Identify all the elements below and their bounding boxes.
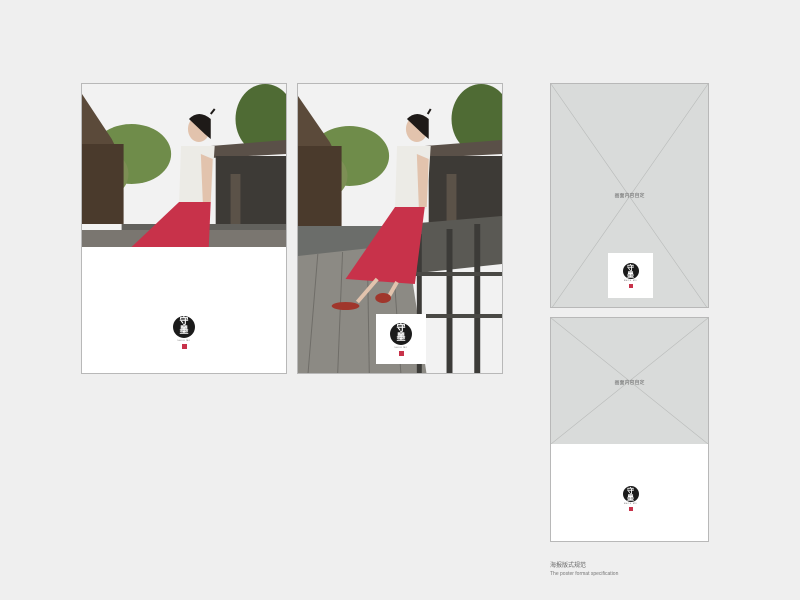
- logo-subtitle: SHOU MO: [623, 280, 638, 282]
- spec-full-logo-box: 守 墨 SHOU MO: [608, 253, 653, 298]
- seal-stamp-icon: [628, 507, 633, 511]
- logo-mark: 守 墨: [390, 322, 412, 345]
- poster-1-logo: 守 墨 SHOU MO: [173, 316, 195, 349]
- logo-char-bottom: 墨: [627, 493, 634, 502]
- logo-mark: 守 墨: [622, 486, 639, 502]
- poster-1-photo: [82, 84, 286, 247]
- spec-half-logo: 守 墨 SHOU MO: [622, 486, 639, 511]
- seal-stamp-icon: [181, 344, 187, 349]
- spec-content-label: 画面内容自定: [614, 193, 645, 199]
- logo-char-bottom: 墨: [179, 326, 189, 336]
- logo-mark: 守 墨: [173, 316, 195, 338]
- logo-subtitle: SHOU MO: [177, 340, 191, 342]
- logo-subtitle: SHOU MO: [623, 503, 638, 505]
- poster-2-logo-box: 守 墨 SHOU MO: [376, 314, 426, 364]
- logo-subtitle: SHOU MO: [394, 346, 408, 349]
- logo-char-bottom: 墨: [396, 332, 406, 343]
- seal-stamp-icon: [628, 284, 633, 288]
- spec-layout-half: 画面内容自定 守 墨 SHOU MO: [550, 317, 709, 542]
- caption-title-zh: 海报版式规范: [550, 562, 587, 569]
- logo-char-bottom: 墨: [627, 270, 634, 279]
- seal-stamp-icon: [398, 350, 404, 356]
- caption-title-en: The poster format specification: [550, 571, 619, 577]
- poster-sample-2: 守 墨 SHOU MO: [297, 83, 503, 374]
- logo-mark: 守 墨: [622, 263, 639, 279]
- spec-content-label: 画面内容自定: [614, 380, 645, 386]
- poster-sample-1: 守 墨 SHOU MO: [81, 83, 287, 374]
- spec-layout-full: 画面内容自定 守 墨 SHOU MO: [550, 83, 709, 308]
